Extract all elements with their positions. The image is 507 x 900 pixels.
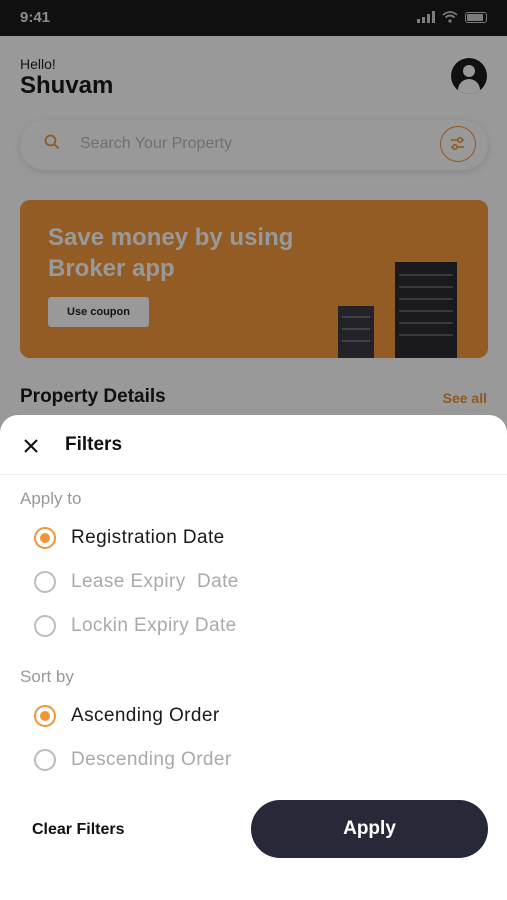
radio-label: Lease Expiry Date	[71, 571, 239, 592]
radio-label: Descending Order	[71, 749, 232, 770]
radio-descending-order[interactable]: Descending Order	[34, 745, 232, 775]
clear-filters-button[interactable]: Clear Filters	[32, 821, 124, 839]
apply-button[interactable]: Apply	[251, 800, 488, 858]
sort-by-label: Sort by	[20, 667, 74, 686]
sheet-title: Filters	[65, 434, 123, 455]
radio-label: Lockin Expiry Date	[71, 615, 237, 636]
radio-button[interactable]	[34, 615, 56, 637]
radio-lease-expiry-date[interactable]: Lease Expiry Date	[34, 567, 239, 597]
radio-ascending-order[interactable]: Ascending Order	[34, 701, 220, 731]
apply-to-label: Apply to	[20, 489, 82, 508]
radio-button[interactable]	[34, 705, 56, 727]
sheet-header: Filters	[0, 415, 507, 475]
radio-label: Ascending Order	[71, 705, 220, 726]
radio-label: Registration Date	[71, 527, 225, 548]
radio-button[interactable]	[34, 571, 56, 593]
radio-button[interactable]	[34, 527, 56, 549]
radio-registration-date[interactable]: Registration Date	[34, 523, 225, 553]
filters-sheet: Filters Apply to Registration Date Lease…	[0, 415, 507, 900]
close-icon[interactable]	[20, 435, 42, 457]
radio-lockin-expiry-date[interactable]: Lockin Expiry Date	[34, 611, 237, 641]
radio-button[interactable]	[34, 749, 56, 771]
